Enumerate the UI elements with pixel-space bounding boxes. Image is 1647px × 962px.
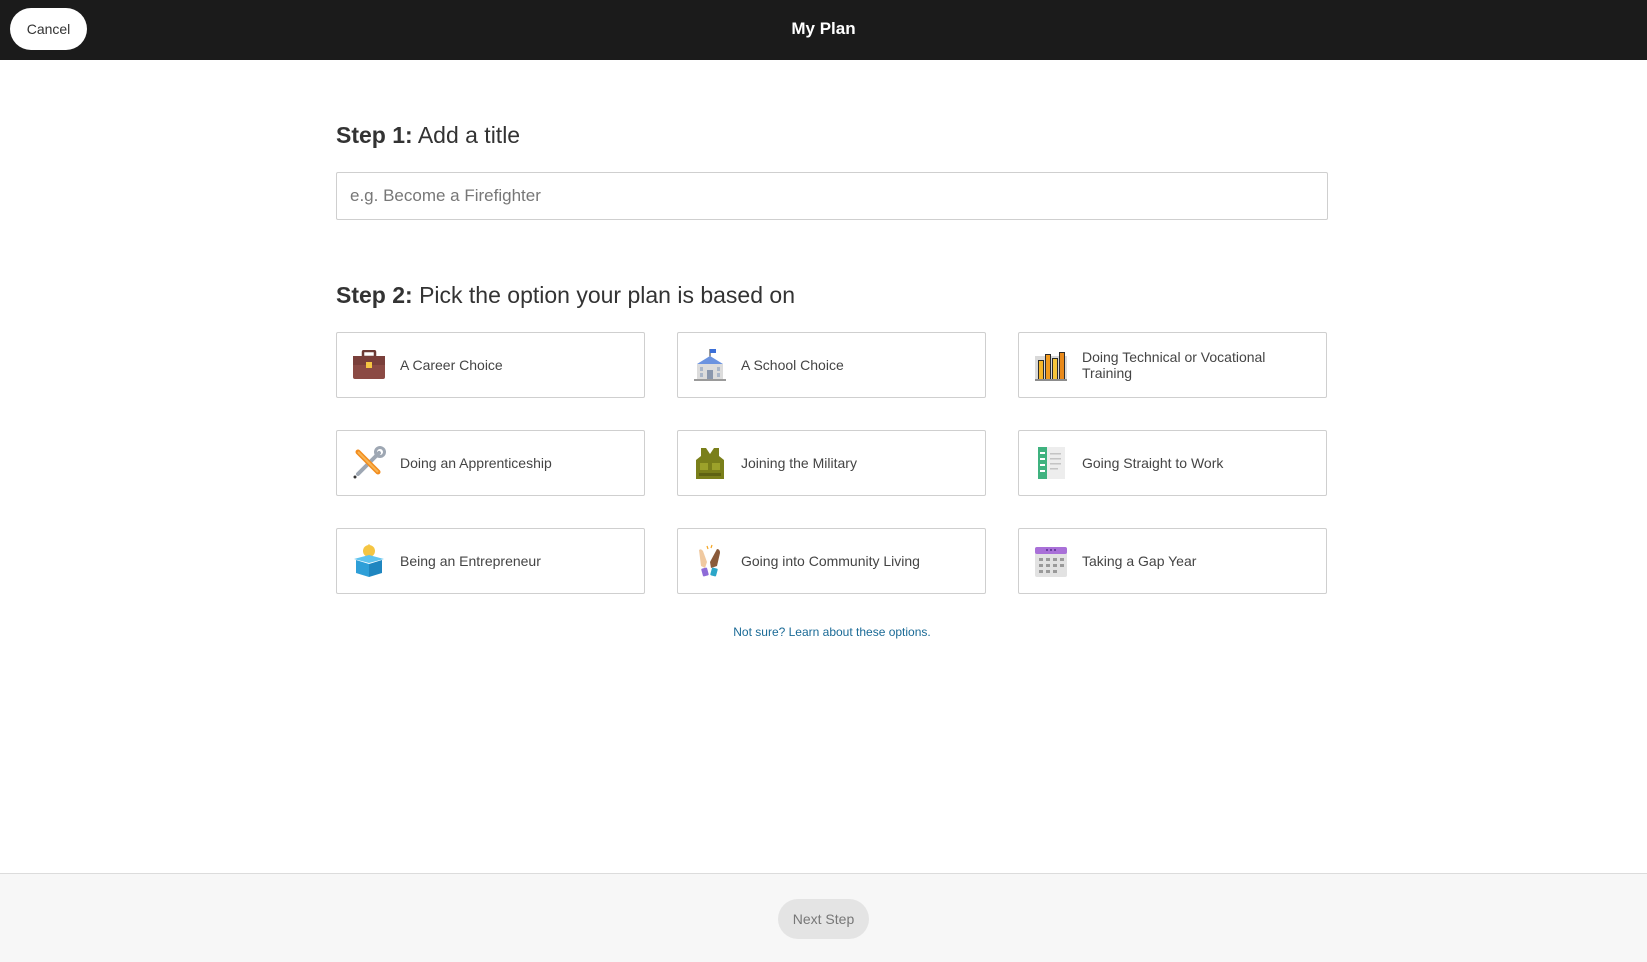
option-straight-to-work[interactable]: Going Straight to Work xyxy=(1018,430,1327,496)
document-icon xyxy=(1034,446,1068,480)
option-label: Doing Technical or Vocational Training xyxy=(1082,349,1266,381)
option-entrepreneur[interactable]: Being an Entrepreneur xyxy=(336,528,645,594)
option-school-choice[interactable]: A School Choice xyxy=(677,332,986,398)
briefcase-icon xyxy=(352,348,386,382)
option-label: Joining the Military xyxy=(741,455,857,471)
next-step-button[interactable]: Next Step xyxy=(778,899,869,939)
option-label: A School Choice xyxy=(741,357,844,373)
option-label: Doing an Apprenticeship xyxy=(400,455,552,471)
high-five-icon xyxy=(693,544,727,578)
option-community-living[interactable]: Going into Community Living xyxy=(677,528,986,594)
school-building-icon xyxy=(693,348,727,382)
option-label: Being an Entrepreneur xyxy=(400,553,541,569)
plan-title-input[interactable] xyxy=(336,172,1328,220)
step2-heading: Step 2: Pick the option your plan is bas… xyxy=(336,282,795,309)
calendar-icon xyxy=(1034,544,1068,578)
step1-text: Add a title xyxy=(417,122,521,148)
option-label: Going into Community Living xyxy=(741,553,920,569)
option-technical-training[interactable]: Doing Technical or Vocational Training xyxy=(1018,332,1327,398)
page-title: My Plan xyxy=(791,19,856,38)
military-vest-icon xyxy=(693,446,727,480)
footer-bar: Next Step xyxy=(0,873,1647,962)
step1-prefix: Step 1: xyxy=(336,122,413,148)
option-career-choice[interactable]: A Career Choice xyxy=(336,332,645,398)
option-gap-year[interactable]: Taking a Gap Year xyxy=(1018,528,1327,594)
step2-text: Pick the option your plan is based on xyxy=(419,282,795,308)
option-label: Taking a Gap Year xyxy=(1082,553,1197,569)
option-apprenticeship[interactable]: Doing an Apprenticeship xyxy=(336,430,645,496)
option-label: Going Straight to Work xyxy=(1082,455,1224,471)
step1-heading: Step 1: Add a title xyxy=(336,122,520,149)
option-label: A Career Choice xyxy=(400,357,503,373)
books-icon xyxy=(1034,348,1068,382)
learn-options-link[interactable]: Not sure? Learn about these options. xyxy=(336,625,1328,639)
top-bar: Cancel My Plan xyxy=(0,0,1647,60)
option-military[interactable]: Joining the Military xyxy=(677,430,986,496)
tools-icon xyxy=(352,446,386,480)
option-grid: A Career Choice A School Choice Doing Te… xyxy=(336,332,1328,594)
lightbulb-box-icon xyxy=(352,544,386,578)
step2-prefix: Step 2: xyxy=(336,282,413,308)
